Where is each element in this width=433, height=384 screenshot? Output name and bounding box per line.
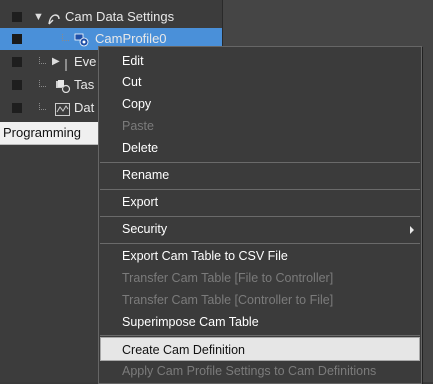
menu-item-label: Transfer Cam Table [Controller to File] (122, 293, 334, 307)
submenu-arrow-icon (410, 226, 414, 234)
menu-item-label: Superimpose Cam Table (122, 315, 259, 329)
menu-item-paste[interactable]: Paste (100, 114, 420, 138)
menu-item-rename[interactable]: Rename (100, 163, 420, 187)
menu-item-transfer-controller-to-file[interactable]: Transfer Cam Table [Controller to File] (100, 288, 420, 312)
tree-item-marker (12, 80, 22, 90)
menu-item-delete[interactable]: Delete (100, 136, 420, 160)
menu-item-transfer-file-to-controller[interactable]: Transfer Cam Table [File to Controller] (100, 266, 420, 290)
menu-item-label: Paste (122, 119, 154, 133)
tree-item-marker (12, 103, 22, 113)
tree-connector (62, 34, 69, 41)
menu-item-label: Delete (122, 141, 159, 155)
menu-separator (100, 335, 420, 336)
menu-item-label: Transfer Cam Table [File to Controller] (122, 271, 334, 285)
tree-item-label: Tas (74, 77, 95, 92)
menu-item-label: Copy (122, 97, 152, 111)
tree-connector (39, 103, 46, 110)
tree-item-label: Dat (74, 100, 95, 115)
menu-item-apply-cam-profile-settings[interactable]: Apply Cam Profile Settings to Cam Defini… (100, 359, 420, 383)
menu-item-label: Apply Cam Profile Settings to Cam Defini… (122, 364, 377, 378)
programming-label: Programming (3, 125, 82, 140)
menu-item-cut[interactable]: Cut (100, 70, 420, 94)
menu-item-label: Security (122, 222, 168, 236)
expand-arrow-icon[interactable]: ▶ (52, 51, 60, 73)
menu-item-copy[interactable]: Copy (100, 92, 420, 116)
menu-item-superimpose-cam-table[interactable]: Superimpose Cam Table (100, 310, 420, 334)
tree-connector (39, 57, 46, 64)
menu-item-label: Rename (122, 168, 170, 182)
tree-item-marker (12, 34, 22, 44)
collapse-arrow-icon[interactable]: ▼ (33, 6, 44, 28)
tree-item-marker (12, 57, 22, 67)
menu-item-export-cam-table-csv[interactable]: Export Cam Table to CSV File (100, 244, 420, 268)
menu-item-label: Export Cam Table to CSV File (122, 249, 288, 263)
data-trace-icon (55, 101, 70, 123)
tree-item-cam-data-settings[interactable]: ▼ Cam Data Settings (0, 6, 222, 28)
tree-item-label: Eve (74, 54, 97, 69)
context-menu: Edit Cut Copy Paste Delete Rename Export… (98, 46, 422, 384)
menu-item-create-cam-definition[interactable]: Create Cam Definition (100, 337, 420, 361)
tree-connector (39, 80, 46, 87)
tree-item-label: Cam Data Settings (65, 9, 175, 24)
menu-item-label: Export (122, 195, 159, 209)
menu-item-export[interactable]: Export (100, 190, 420, 214)
menu-item-label: Cut (122, 75, 142, 89)
tree-item-marker (12, 12, 22, 22)
menu-item-security[interactable]: Security (100, 217, 420, 241)
